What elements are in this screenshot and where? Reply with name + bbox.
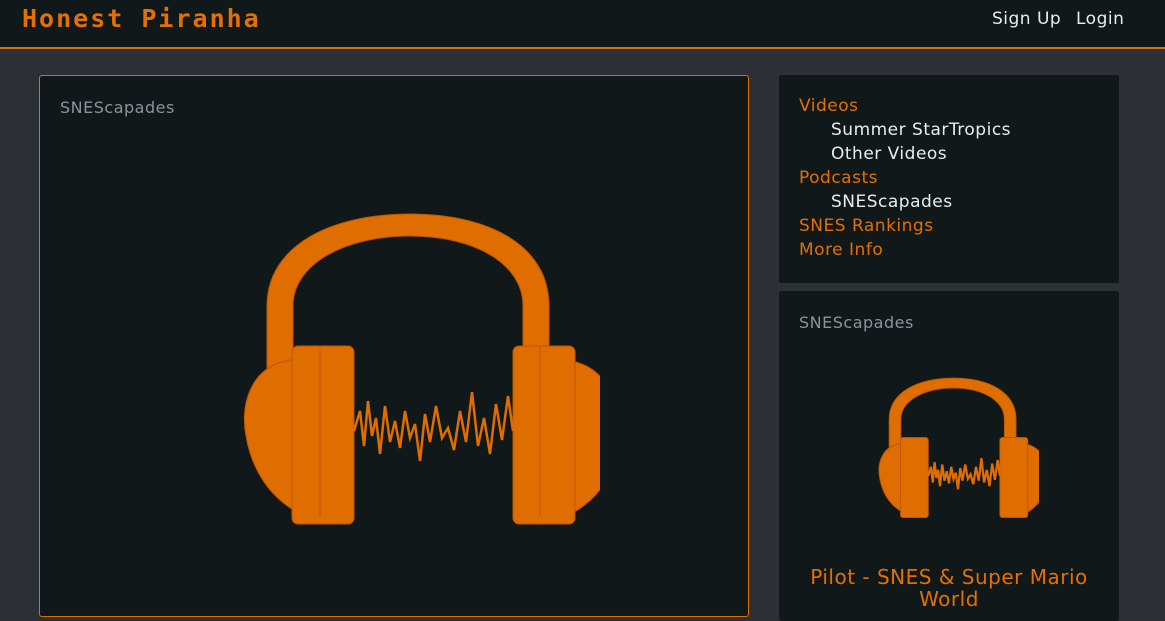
episode-title-link[interactable]: Pilot - SNES & Super Mario World <box>799 566 1099 610</box>
nav-podcasts[interactable]: Podcasts <box>799 168 878 188</box>
login-link[interactable]: Login <box>1076 9 1124 29</box>
nav-snes-rankings[interactable]: SNES Rankings <box>799 216 934 236</box>
nav-summer-startropics[interactable]: Summer StarTropics <box>831 120 1011 140</box>
nav-snescapades[interactable]: SNEScapades <box>831 192 953 212</box>
headphones-waveform-icon[interactable] <box>200 206 600 546</box>
nav-videos[interactable]: Videos <box>799 96 859 116</box>
podcast-episode-card: SNEScapades Pilot - SNES & Super Mario W… <box>779 291 1119 621</box>
card-title: SNEScapades <box>799 313 914 332</box>
top-navbar: Honest Piranha Sign Up Login <box>0 0 1165 49</box>
headphones-waveform-icon[interactable] <box>859 371 1039 531</box>
nav-more-info[interactable]: More Info <box>799 240 883 260</box>
sign-up-link[interactable]: Sign Up <box>992 9 1061 29</box>
podcast-main-card: SNEScapades <box>39 75 749 617</box>
site-logo[interactable]: Honest Piranha <box>22 4 261 33</box>
card-title: SNEScapades <box>60 98 175 117</box>
nav-other-videos[interactable]: Other Videos <box>831 144 947 164</box>
sidebar-navigation: Videos Summer StarTropics Other Videos P… <box>779 75 1119 283</box>
